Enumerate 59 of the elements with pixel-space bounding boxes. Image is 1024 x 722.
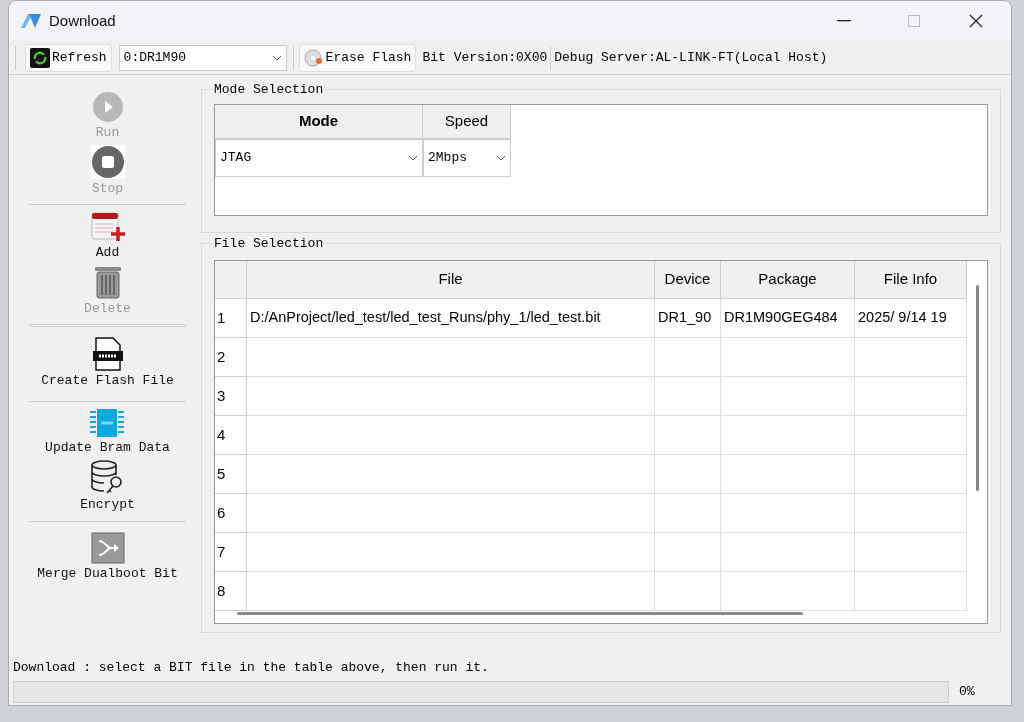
stop-icon xyxy=(90,144,125,179)
window-title: Download xyxy=(49,10,116,31)
table-cell: D:/AnProject/led_test/led_test_Runs/phy_1/led_test.bit xyxy=(247,299,655,338)
row-number: 3 xyxy=(215,377,247,416)
table-cell xyxy=(655,572,721,611)
refresh-button[interactable]: Refresh xyxy=(25,43,112,72)
row-number: 7 xyxy=(215,533,247,572)
table-cell: 2025/ 9/14 19 xyxy=(855,299,967,338)
table-cell: DR1_90 xyxy=(655,299,721,338)
ram-chip-icon xyxy=(89,407,126,438)
row-number: 8 xyxy=(215,572,247,611)
trash-icon xyxy=(93,264,122,299)
vertical-scrollbar[interactable] xyxy=(976,285,979,491)
column-header: File xyxy=(247,261,655,299)
speed-dropdown[interactable]: 2Mbps xyxy=(423,139,511,177)
column-header: File Info xyxy=(855,261,967,299)
disc-icon xyxy=(303,48,324,67)
mode-dropdown[interactable]: JTAG xyxy=(215,139,423,177)
row-number: 1 xyxy=(215,299,247,338)
row-number: 2 xyxy=(215,338,247,377)
caret-icon xyxy=(271,54,282,61)
table-corner xyxy=(215,261,247,299)
erase-flash-button[interactable]: Erase Flash xyxy=(298,43,417,72)
refresh-icon xyxy=(30,47,50,68)
caret-icon xyxy=(408,155,418,161)
table-cell: DR1M90GEG484 xyxy=(721,299,855,338)
merge-icon xyxy=(90,531,125,564)
sidebar-tool[interactable]: Merge Dualboot Bit xyxy=(37,527,178,587)
table-cell xyxy=(655,416,721,455)
table-cell xyxy=(655,494,721,533)
app-logo-icon xyxy=(21,14,41,28)
row-number: 5 xyxy=(215,455,247,494)
table-cell xyxy=(655,338,721,377)
status-message: Download : select a BIT file in the table above, then run it. xyxy=(13,658,490,677)
close-icon xyxy=(969,14,983,28)
bit-version-label: Bit Version:0X00 xyxy=(422,48,548,67)
device-dropdown[interactable]: 0:DR1M90 xyxy=(118,44,287,71)
horizontal-scrollbar[interactable] xyxy=(237,612,803,615)
debug-server-label: Debug Server:AL-LINK-FT(Local Host) xyxy=(554,48,828,67)
minimize-icon xyxy=(837,20,851,22)
maximize-icon xyxy=(908,15,920,27)
flash-file-icon xyxy=(91,337,124,371)
table-cell xyxy=(655,533,721,572)
progress-reading: 0% xyxy=(959,683,975,702)
row-number: 6 xyxy=(215,494,247,533)
caret-icon xyxy=(496,155,506,161)
sidebar-tool[interactable]: Add xyxy=(90,211,125,263)
column-header: Mode xyxy=(215,105,423,139)
table-cell xyxy=(655,455,721,494)
sidebar-tool[interactable]: Encrypt xyxy=(80,459,135,515)
row-number: 4 xyxy=(215,416,247,455)
table-cell xyxy=(655,377,721,416)
sidebar-tool[interactable]: Create Flash File xyxy=(41,333,174,395)
play-icon xyxy=(91,91,124,123)
column-header: Device xyxy=(655,261,721,299)
sidebar-tool[interactable]: Update Bram Data xyxy=(45,407,170,457)
column-header: Speed xyxy=(423,105,511,139)
column-header: Package xyxy=(721,261,855,299)
add-calendar-icon xyxy=(90,211,125,243)
